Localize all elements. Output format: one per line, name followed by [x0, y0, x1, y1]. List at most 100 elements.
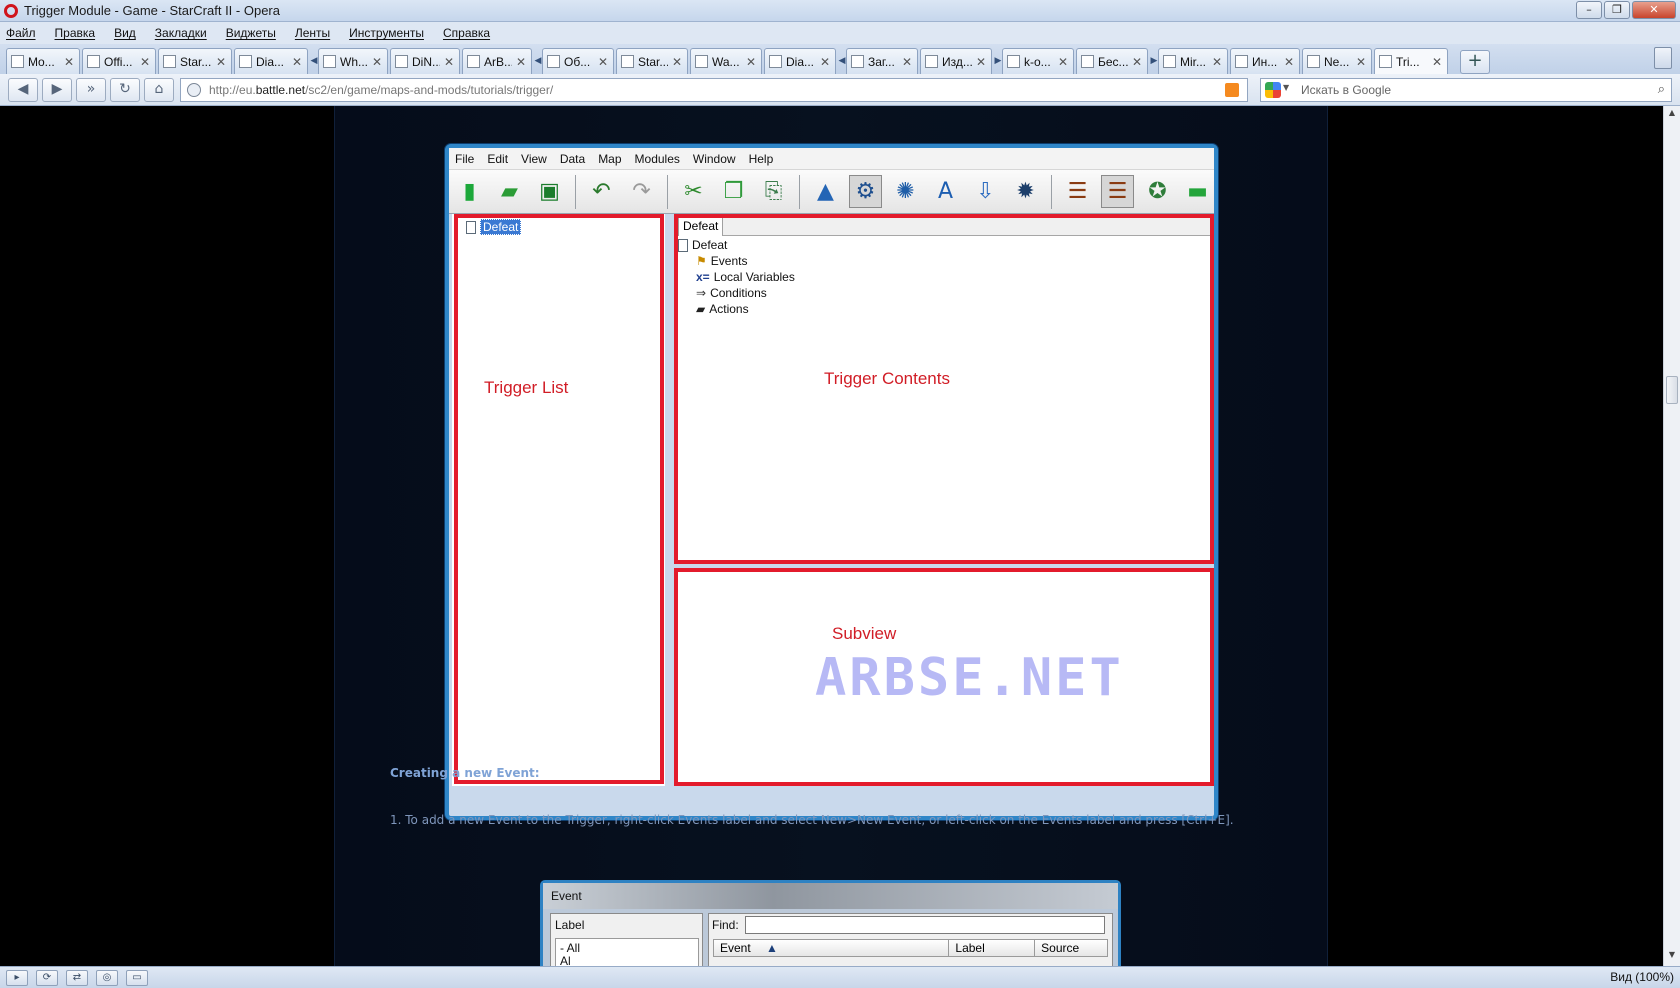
editor-menu-data: Data [559, 151, 586, 166]
tab-close-icon[interactable]: ✕ [216, 55, 226, 69]
tab-close-icon[interactable]: ✕ [820, 55, 830, 69]
new-document-icon: ▮ [463, 178, 476, 204]
tab-label: Об... [564, 54, 591, 69]
event-search-panel: Find: Event ▲ Label Source [708, 913, 1113, 966]
menu-feeds[interactable]: Ленты [295, 26, 330, 40]
tab-favicon-icon [1163, 55, 1176, 68]
tab-close-icon[interactable]: ✕ [140, 55, 150, 69]
browser-tab[interactable]: Star... ✕ [616, 48, 688, 74]
menu-bookmarks[interactable]: Закладки [155, 26, 207, 40]
scroll-up-icon[interactable]: ▲ [1664, 108, 1680, 122]
tab-group-arrow-icon[interactable]: ◀ [838, 48, 846, 74]
google-icon[interactable] [1265, 82, 1281, 98]
menu-view[interactable]: Вид [114, 26, 136, 40]
tab-close-icon[interactable]: ✕ [1212, 55, 1222, 69]
images-toggle-icon[interactable]: ▭ [126, 969, 148, 986]
zoom-level[interactable]: Вид (100%) [1610, 970, 1674, 984]
browser-tab[interactable]: Об... ✕ [542, 48, 614, 74]
menu-edit[interactable]: Правка [55, 26, 96, 40]
editor-menu-file: File [455, 151, 475, 166]
browser-tab[interactable]: ArB... ✕ [462, 48, 532, 74]
new-tab-button[interactable]: + [1460, 50, 1490, 74]
browser-tab[interactable]: Бес... ✕ [1076, 48, 1148, 74]
search-input[interactable]: ▼ Искать в Google ⌕ [1260, 78, 1672, 102]
address-bar: ◀ ▶ » ↻ ⌂ http://eu.battle.net/sc2/en/ga… [0, 74, 1680, 106]
closed-tabs-trash-icon[interactable] [1654, 47, 1672, 69]
browser-tab[interactable]: Dia... ✕ [234, 48, 308, 74]
event-dialog-screenshot: Event Label - All Al Find: Event ▲ Label… [540, 880, 1121, 966]
browser-tab[interactable]: Star... ✕ [158, 48, 232, 74]
browser-menu-bar: Файл Правка Вид Закладки Виджеты Ленты И… [0, 22, 1680, 44]
menu-file[interactable]: Файл [6, 26, 36, 40]
tab-close-icon[interactable]: ✕ [1058, 55, 1068, 69]
tab-group-arrow-icon[interactable]: ◀ [534, 48, 542, 74]
back-button[interactable]: ◀ [8, 77, 38, 102]
browser-tab[interactable]: Mo... ✕ [6, 48, 80, 74]
browser-tab-active[interactable]: Tri... ✕ [1374, 48, 1448, 74]
browser-tab[interactable]: Wh... ✕ [318, 48, 388, 74]
page-scrollbar[interactable]: ▲ ▼ [1663, 106, 1680, 966]
tab-close-icon[interactable]: ✕ [976, 55, 986, 69]
minimize-button[interactable]: – [1576, 1, 1602, 19]
tab-group-arrow-icon[interactable]: ◀ [310, 48, 318, 74]
tab-favicon-icon [547, 55, 560, 68]
menu-tools[interactable]: Инструменты [349, 26, 424, 40]
tab-close-icon[interactable]: ✕ [1284, 55, 1294, 69]
ai-module-icon: ✹ [1016, 178, 1035, 204]
panel-toggle-icon[interactable]: ▸ [6, 969, 28, 986]
tab-group-arrow-icon[interactable]: ▶ [1150, 48, 1158, 74]
menu-widgets[interactable]: Виджеты [226, 26, 276, 40]
restore-button[interactable]: ❐ [1604, 1, 1630, 19]
close-button[interactable]: ✕ [1632, 1, 1676, 19]
sync-icon[interactable]: ⟳ [36, 969, 58, 986]
browser-tab[interactable]: Изд... ✕ [920, 48, 992, 74]
sort-ascending-icon: ▲ [766, 941, 778, 955]
scroll-down-icon[interactable]: ▼ [1664, 950, 1680, 964]
browser-tab[interactable]: Offi... ✕ [82, 48, 156, 74]
label-caption: Label [555, 918, 585, 932]
browser-tab[interactable]: Ин... ✕ [1230, 48, 1300, 74]
tab-favicon-icon [769, 55, 782, 68]
browser-tab[interactable]: Заг... ✕ [846, 48, 918, 74]
article-heading: Creating a new Event: [390, 766, 540, 780]
tab-group-arrow-icon[interactable]: ▶ [994, 48, 1002, 74]
unite-icon[interactable]: ⇄ [66, 969, 88, 986]
tab-label: Dia... [786, 54, 815, 69]
search-icon[interactable]: ⌕ [1658, 82, 1665, 97]
tab-close-icon[interactable]: ✕ [64, 55, 74, 69]
browser-tab[interactable]: DiN... ✕ [390, 48, 460, 74]
scrollbar-thumb[interactable] [1666, 376, 1678, 404]
home-button[interactable]: ⌂ [144, 77, 174, 102]
trigger-list-highlight [454, 214, 664, 784]
fast-forward-button[interactable]: » [76, 77, 106, 102]
paste-icon: ⎘ [764, 178, 783, 204]
redo-icon: ↷ [632, 178, 651, 204]
tab-favicon-icon [621, 55, 634, 68]
tab-close-icon[interactable]: ✕ [598, 55, 608, 69]
tab-close-icon[interactable]: ✕ [1432, 55, 1442, 69]
tab-close-icon[interactable]: ✕ [372, 55, 382, 69]
menu-help[interactable]: Справка [443, 26, 490, 40]
browser-tab[interactable]: k-o... ✕ [1002, 48, 1074, 74]
tab-favicon-icon [239, 55, 252, 68]
browser-tab[interactable]: Ne... ✕ [1302, 48, 1372, 74]
turbo-icon[interactable]: ◎ [96, 969, 118, 986]
tab-close-icon[interactable]: ✕ [444, 55, 454, 69]
tab-favicon-icon [1007, 55, 1020, 68]
tab-close-icon[interactable]: ✕ [292, 55, 302, 69]
browser-tab[interactable]: Wa... ✕ [690, 48, 762, 74]
search-engine-dropdown-icon[interactable]: ▼ [1283, 83, 1289, 92]
tab-close-icon[interactable]: ✕ [902, 55, 912, 69]
tab-close-icon[interactable]: ✕ [1132, 55, 1142, 69]
rss-feed-icon[interactable] [1225, 83, 1239, 97]
tab-close-icon[interactable]: ✕ [516, 55, 526, 69]
forward-button[interactable]: ▶ [42, 77, 72, 102]
search-placeholder: Искать в Google [1301, 83, 1392, 97]
tab-close-icon[interactable]: ✕ [1356, 55, 1366, 69]
tab-close-icon[interactable]: ✕ [672, 55, 682, 69]
browser-tab[interactable]: Dia... ✕ [764, 48, 836, 74]
reload-button[interactable]: ↻ [110, 77, 140, 102]
url-input[interactable]: http://eu.battle.net/sc2/en/game/maps-an… [180, 78, 1248, 102]
browser-tab[interactable]: Mir... ✕ [1158, 48, 1228, 74]
tab-close-icon[interactable]: ✕ [746, 55, 756, 69]
